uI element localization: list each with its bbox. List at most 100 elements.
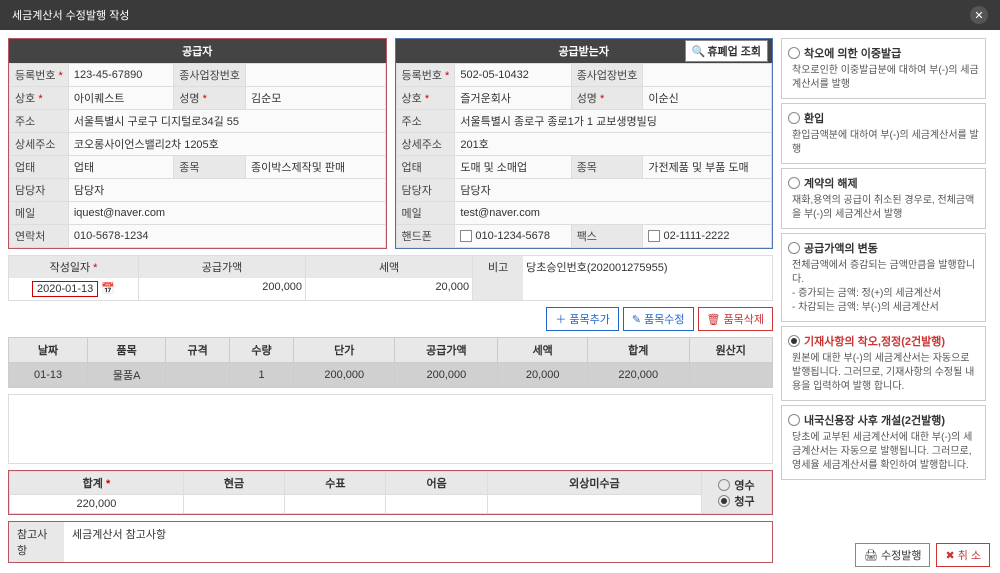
lbl-phone: 연락처	[10, 225, 69, 248]
lbl-r-mobile: 핸드폰	[396, 225, 455, 248]
lbl-company: 상호	[15, 93, 35, 105]
option-radio[interactable]	[788, 335, 800, 347]
lbl-reg: 등록번호	[15, 70, 55, 82]
sup-addr2[interactable]: 코오롱사이언스밸리2차 1205호	[68, 133, 385, 156]
option-desc: 환입금액분에 대하여 부(-)의 세금계산서를 발행	[788, 129, 979, 157]
sup-contact[interactable]: 담당자	[68, 179, 385, 202]
lbl-r-company: 상호	[402, 93, 422, 105]
lbl-subbiz: 종사업장번호	[174, 64, 246, 87]
sup-bizitem[interactable]: 종이박스제작및 판매	[246, 156, 385, 179]
lbl-bigo: 비고	[473, 256, 523, 300]
item-col: 단가	[294, 338, 395, 363]
sup-subbiz[interactable]	[246, 64, 385, 87]
sup-email[interactable]: iquest@naver.com	[68, 202, 385, 225]
lbl-bizitem: 종목	[174, 156, 246, 179]
rcv-addr2[interactable]: 201호	[455, 133, 772, 156]
correction-option[interactable]: 기재사항의 착오,정정(2건발행)원본에 대한 부(-)의 세금계산서는 자동으…	[781, 326, 986, 401]
rcv-email[interactable]: test@naver.com	[455, 202, 772, 225]
option-radio[interactable]	[788, 242, 800, 254]
add-item-button[interactable]: ＋품목추가	[546, 307, 618, 331]
receipt-radio[interactable]	[718, 495, 730, 507]
totals-col: 합계 *	[10, 472, 184, 495]
sup-addr[interactable]: 서울특별시 구로구 디지털로34길 55	[68, 110, 385, 133]
rcv-fax[interactable]: 02-1111-2222	[663, 230, 729, 242]
rcv-company[interactable]: 즐거운회사	[455, 87, 571, 110]
plus-icon: ＋	[555, 311, 566, 327]
calendar-icon[interactable]: 📅	[101, 283, 115, 295]
rcv-mobile[interactable]: 010-1234-5678	[475, 230, 550, 242]
lbl-r-reg: 등록번호	[402, 70, 442, 82]
lbl-r-fax: 팩스	[571, 225, 643, 248]
remarks-label: 참고사항	[9, 522, 64, 562]
sup-biztype[interactable]: 업태	[68, 156, 173, 179]
correction-option[interactable]: 내국신용장 사후 개설(2건발행)당초에 교부된 세금계산서에 대한 부(-)의…	[781, 405, 986, 480]
submit-button[interactable]: 🖨수정발행	[855, 543, 930, 567]
rcv-subbiz[interactable]	[643, 64, 772, 87]
del-item-button[interactable]: 🗑품목삭제	[698, 307, 773, 331]
lbl-r-biztype: 업태	[396, 156, 455, 179]
option-title: 계약의 해제	[804, 175, 858, 191]
rcv-biztype[interactable]: 도매 및 소매업	[455, 156, 571, 179]
rcv-repname[interactable]: 이순신	[643, 87, 772, 110]
receipt-radio[interactable]	[718, 479, 730, 491]
sup-repname[interactable]: 김순모	[246, 87, 385, 110]
tax-amt: 20,000	[306, 278, 472, 296]
item-col: 공급가액	[395, 338, 498, 363]
option-desc: 전체금액에서 증감되는 금액만큼을 발행합니다. - 증가되는 금액: 정(+)…	[788, 259, 979, 315]
option-title: 공급가액의 변동	[804, 240, 878, 256]
fax-checkbox[interactable]	[648, 230, 660, 242]
lbl-supplyamt: 공급가액	[139, 256, 305, 278]
sup-phone[interactable]: 010-5678-1234	[68, 225, 385, 248]
option-radio[interactable]	[788, 112, 800, 124]
item-col: 날짜	[9, 338, 88, 363]
title-bar: 세금계산서 수정발행 작성 ✕	[0, 0, 1000, 30]
option-title: 기재사항의 착오,정정(2건발행)	[804, 333, 945, 349]
lbl-tax: 세액	[306, 256, 472, 278]
item-col: 합계	[588, 338, 689, 363]
correction-option[interactable]: 공급가액의 변동전체금액에서 증감되는 금액만큼을 발행합니다. - 증가되는 …	[781, 233, 986, 322]
window-title: 세금계산서 수정발행 작성	[12, 7, 129, 23]
lbl-repname: 성명	[179, 93, 199, 105]
sup-regno[interactable]: 123-45-67890	[68, 64, 173, 87]
item-col: 규격	[166, 338, 230, 363]
receiver-block: 공급받는자 🔍휴폐업 조회 등록번호 *502-05-10432종사업장번호 상…	[395, 38, 774, 249]
sup-company[interactable]: 아이퀘스트	[68, 87, 173, 110]
table-row[interactable]: 01-13물품A1200,000200,00020,000220,000	[9, 363, 773, 388]
item-col: 품목	[88, 338, 166, 363]
mobile-checkbox[interactable]	[460, 230, 472, 242]
bigo-val[interactable]: 당초승인번호(202001275955)	[523, 256, 772, 278]
edit-item-button[interactable]: ✎품목수정	[623, 307, 694, 331]
option-radio[interactable]	[788, 47, 800, 59]
rcv-regno[interactable]: 502-05-10432	[455, 64, 571, 87]
close-icon[interactable]: ✕	[970, 6, 988, 24]
option-radio[interactable]	[788, 177, 800, 189]
option-title: 환입	[804, 110, 824, 126]
rcv-bizitem[interactable]: 가전제품 및 부품 도매	[643, 156, 772, 179]
item-col: 원산지	[689, 338, 772, 363]
lookup-closedown-button[interactable]: 🔍휴폐업 조회	[685, 40, 768, 62]
remarks-value[interactable]: 세금계산서 참고사항	[64, 522, 772, 562]
lbl-email: 메일	[10, 202, 69, 225]
option-title: 착오에 의한 이중발급	[804, 45, 901, 61]
totals-col: 외상미수금	[487, 472, 701, 495]
lbl-r-addr2: 상세주소	[396, 133, 455, 156]
lbl-r-repname: 성명	[577, 93, 597, 105]
correction-option[interactable]: 계약의 해제재화,용역의 공급이 취소된 경우로, 전체금액을 부(-)의 세금…	[781, 168, 986, 229]
cancel-icon: ✖	[945, 549, 954, 562]
item-col: 세액	[498, 338, 588, 363]
option-radio[interactable]	[788, 414, 800, 426]
option-desc: 착오로인한 이중발급분에 대하여 부(-)의 세금계산서를 발행	[788, 64, 979, 92]
supplier-block: 공급자 등록번호 *123-45-67890종사업장번호 상호 *아이퀘스트성명…	[8, 38, 387, 249]
correction-option[interactable]: 환입환입금액분에 대하여 부(-)의 세금계산서를 발행	[781, 103, 986, 164]
cancel-button[interactable]: ✖취 소	[936, 543, 990, 567]
items-table: 날짜품목규격수량단가공급가액세액합계원산지 01-13물품A1200,00020…	[8, 337, 773, 388]
rcv-contact[interactable]: 담당자	[455, 179, 772, 202]
lbl-addr: 주소	[10, 110, 69, 133]
lbl-r-subbiz: 종사업장번호	[571, 64, 643, 87]
option-title: 내국신용장 사후 개설(2건발행)	[804, 412, 945, 428]
rcv-addr[interactable]: 서울특별시 종로구 종로1가 1 교보생명빌딩	[455, 110, 772, 133]
correction-option[interactable]: 착오에 의한 이중발급착오로인한 이중발급분에 대하여 부(-)의 세금계산서를…	[781, 38, 986, 99]
totals-block: 합계 *현금수표어음외상미수금영수청구 220,000	[8, 470, 773, 515]
write-date-input[interactable]: 2020-01-13	[32, 281, 98, 297]
trash-icon: 🗑	[707, 313, 721, 326]
